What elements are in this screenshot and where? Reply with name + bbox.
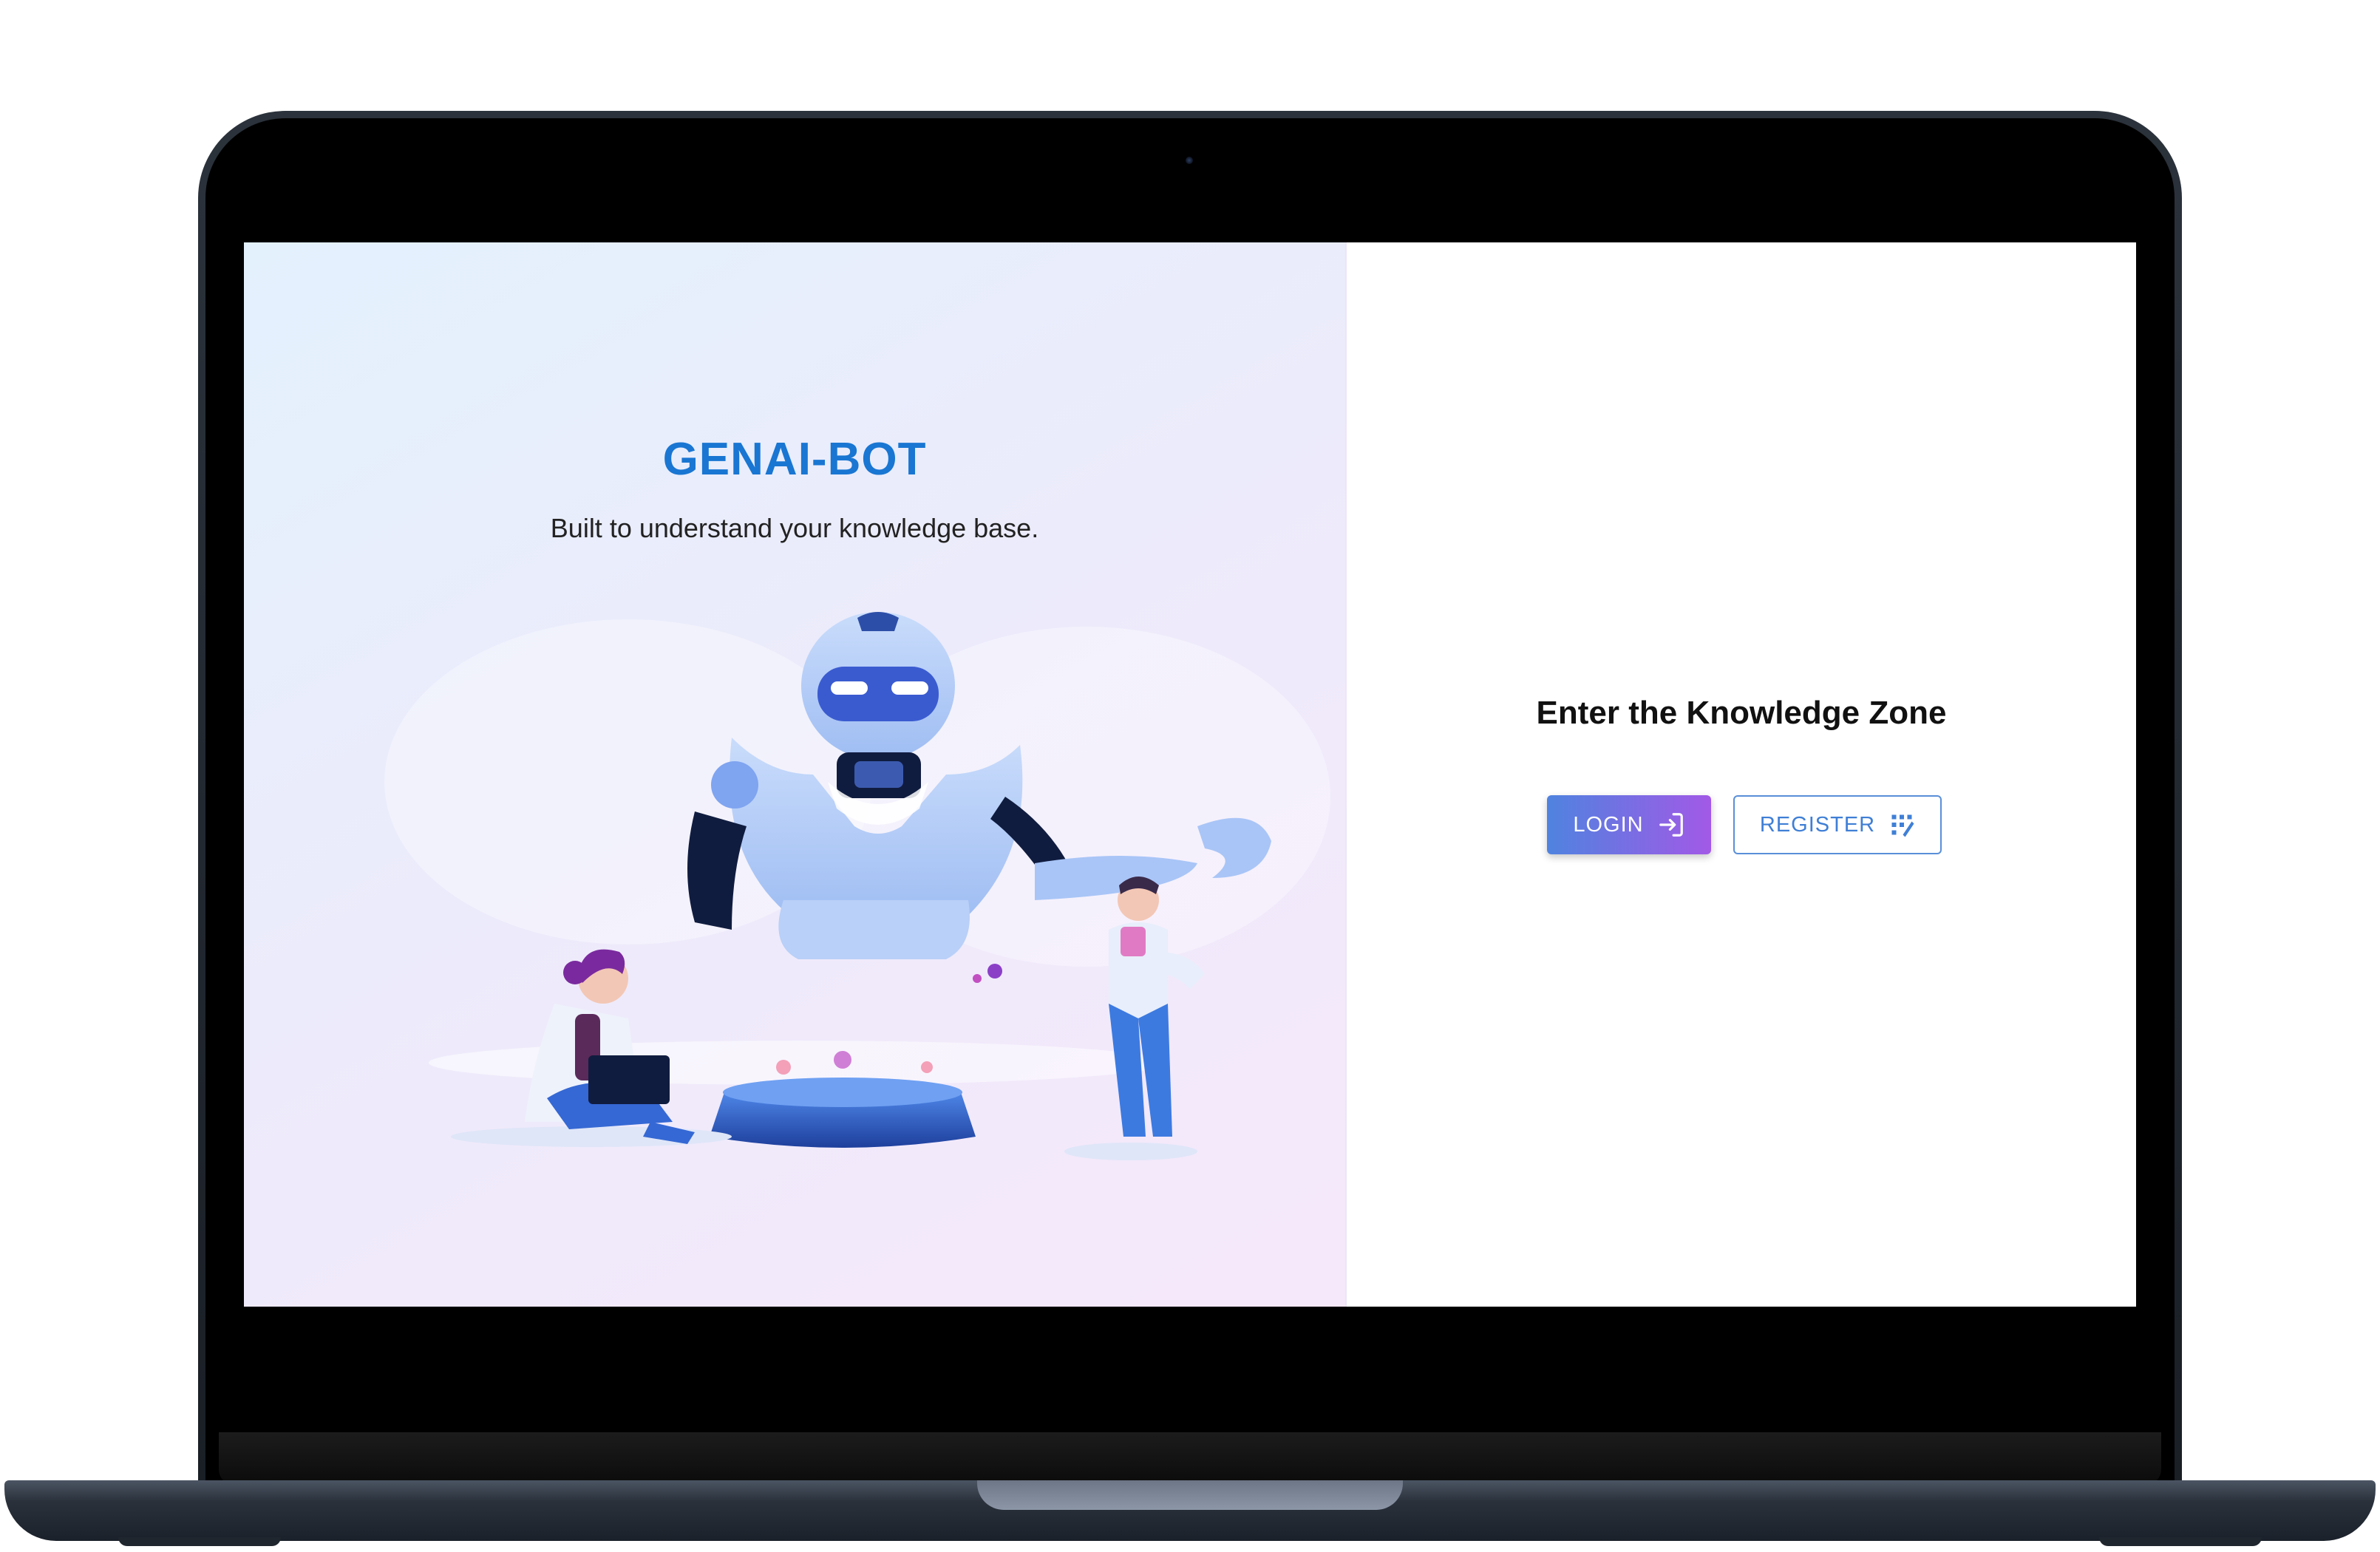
sparkle bbox=[776, 1060, 791, 1075]
sparkle bbox=[834, 1051, 851, 1069]
robot-neck-vent bbox=[854, 761, 903, 788]
hero-panel: GENAI-BOT Built to understand your knowl… bbox=[244, 242, 1347, 1307]
register-button[interactable]: REGISTER bbox=[1733, 795, 1942, 854]
laptop-bezel-bottom bbox=[219, 1432, 2161, 1485]
laptop-foot-right bbox=[2099, 1537, 2262, 1546]
camera-icon bbox=[1186, 157, 1193, 164]
login-icon bbox=[1659, 813, 1683, 837]
register-icon bbox=[1891, 814, 1914, 837]
auth-button-row: LOGIN REGISTER bbox=[1347, 795, 2136, 854]
robot-head bbox=[801, 612, 955, 760]
app-title: GENAI-BOT bbox=[662, 434, 927, 485]
robot-illustration bbox=[384, 612, 1330, 1160]
sparkle bbox=[921, 1061, 933, 1073]
robot-shoulder-left bbox=[711, 761, 758, 809]
register-button-label: REGISTER bbox=[1759, 812, 1876, 837]
screen: GENAI-BOT Built to understand your knowl… bbox=[244, 242, 2136, 1307]
sparkle bbox=[973, 974, 982, 983]
login-button[interactable]: LOGIN bbox=[1547, 795, 1711, 854]
laptop-opening-notch bbox=[977, 1480, 1403, 1510]
login-button-label: LOGIN bbox=[1573, 812, 1644, 837]
auth-panel: Enter the Knowledge Zone LOGIN REGISTER bbox=[1347, 242, 2136, 1307]
sparkle bbox=[987, 964, 1002, 978]
app-subtitle: Built to understand your knowledge base. bbox=[550, 513, 1039, 543]
auth-heading: Enter the Knowledge Zone bbox=[1536, 695, 1947, 731]
laptop-foot-left bbox=[118, 1537, 281, 1546]
hologram-platform-top bbox=[723, 1078, 962, 1107]
robot-lower-body bbox=[778, 900, 970, 959]
